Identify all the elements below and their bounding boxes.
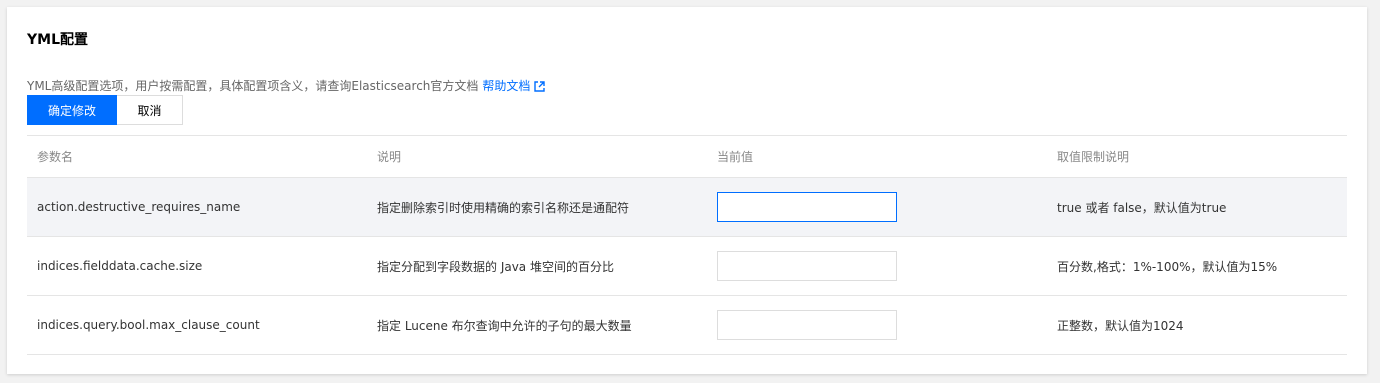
section-description: YML高级配置选项，用户按需配置，具体配置项含义，请查询Elasticsearc… [27,77,546,94]
param-description: 指定 Lucene 布尔查询中允许的子句的最大数量 [367,295,707,355]
param-value-cell [707,177,1047,237]
header-param-name: 参数名 [27,135,367,178]
param-value-input[interactable] [717,310,897,340]
param-value-input[interactable] [717,251,897,281]
table-row: indices.fielddata.cache.size 指定分配到字段数据的 … [27,236,1347,296]
action-buttons: 确定修改 取消 [27,95,183,125]
confirm-modify-button[interactable]: 确定修改 [27,95,117,125]
param-name: indices.query.bool.max_clause_count [27,295,367,355]
table-row: action.destructive_requires_name 指定删除索引时… [27,177,1347,237]
param-constraint: true 或者 false，默认值为true [1047,177,1347,237]
table-header-row: 参数名 说明 当前值 取值限制说明 [27,135,1347,178]
table-row: indices.query.bool.max_clause_count 指定 L… [27,295,1347,355]
header-description: 说明 [367,135,707,178]
cancel-button[interactable]: 取消 [117,95,183,125]
param-constraint: 百分数,格式：1%-100%，默认值为15% [1047,236,1347,296]
header-constraint: 取值限制说明 [1047,135,1347,178]
help-doc-link[interactable]: 帮助文档 [482,79,546,93]
param-value-input[interactable] [717,192,897,222]
param-value-cell [707,295,1047,355]
param-description: 指定删除索引时使用精确的索引名称还是通配符 [367,177,707,237]
param-name: action.destructive_requires_name [27,177,367,237]
yml-config-card: YML配置 YML高级配置选项，用户按需配置，具体配置项含义，请查询Elasti… [7,7,1367,374]
param-name: indices.fielddata.cache.size [27,236,367,296]
header-current-value: 当前值 [707,135,1047,178]
section-title: YML配置 [27,32,88,48]
yml-params-table: 参数名 说明 当前值 取值限制说明 action.destructive_req… [27,135,1347,355]
external-link-icon [534,81,546,92]
description-text: YML高级配置选项，用户按需配置，具体配置项含义，请查询Elasticsearc… [27,79,479,93]
param-description: 指定分配到字段数据的 Java 堆空间的百分比 [367,236,707,296]
param-constraint: 正整数，默认值为1024 [1047,295,1347,355]
help-doc-label: 帮助文档 [482,79,531,93]
param-value-cell [707,236,1047,296]
